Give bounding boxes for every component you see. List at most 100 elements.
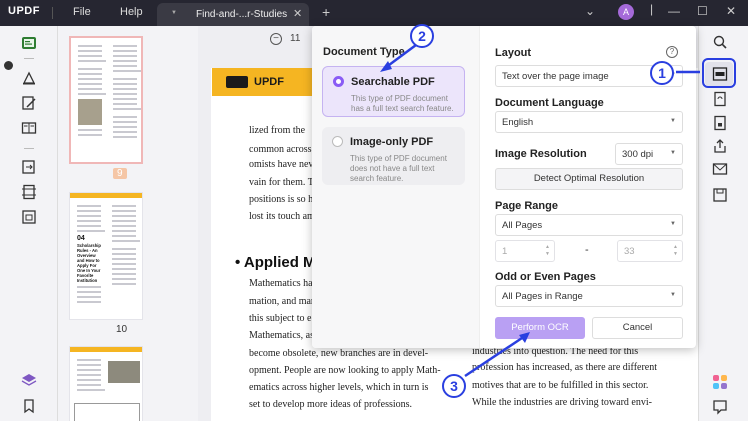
page-thumbnail-9[interactable] <box>69 36 143 164</box>
edit-pdf-icon[interactable] <box>20 95 38 111</box>
radio-unselected-icon[interactable] <box>332 136 343 147</box>
chevron-down-icon: ▼ <box>670 118 676 124</box>
stepper-icon: ▲ ▼ <box>545 244 550 257</box>
doc-text-line: lized from the <box>249 125 306 136</box>
doc-text-line: omists have nev <box>249 159 314 170</box>
zoom-out-icon[interactable]: − <box>270 33 282 45</box>
odd-even-select[interactable]: All Pages in Range ▼ <box>495 285 683 307</box>
chevron-down-icon: ▼ <box>670 150 676 156</box>
title-bar: UPDF File Help ▼ Find-and-...r-Studies ✕… <box>0 0 748 26</box>
search-icon[interactable] <box>712 34 728 50</box>
page-range-label: Page Range <box>495 200 558 212</box>
layers-icon[interactable] <box>20 372 38 388</box>
document-type-panel: Document Type Searchable PDF This type o… <box>312 26 480 348</box>
win-separator: | <box>650 2 654 16</box>
tab-title: Find-and-...r-Studies <box>196 9 288 20</box>
help-icon[interactable]: ? <box>666 46 678 58</box>
step-marker-2: 2 <box>410 24 434 48</box>
doc-section-heading: • Applied M <box>235 254 316 271</box>
odd-even-label: Odd or Even Pages <box>495 271 596 283</box>
doc-text-line: profession has increased, as there are d… <box>472 362 658 373</box>
doc-text-line: common across <box>249 144 312 155</box>
doc-text-line: ematics across higher levels, which in t… <box>249 382 429 393</box>
doc-text-line: Mathematics has <box>249 278 317 289</box>
close-window-icon[interactable]: ✕ <box>726 4 736 18</box>
new-tab-icon[interactable]: + <box>322 4 330 20</box>
avatar[interactable]: A <box>618 4 634 20</box>
ai-assistant-icon[interactable] <box>712 374 728 390</box>
step-marker-1: 1 <box>650 61 674 85</box>
detect-resolution-button[interactable]: Detect Optimal Resolution <box>495 168 683 190</box>
thumb-heading: Scholarship Rules - An Overview and How … <box>77 243 101 283</box>
range-to-input[interactable]: 33 ▲ ▼ <box>617 240 683 262</box>
layout-label: Layout <box>495 47 532 59</box>
save-icon[interactable] <box>712 187 728 203</box>
page-thumbnail-11[interactable] <box>69 346 143 421</box>
cancel-button[interactable]: Cancel <box>592 317 683 339</box>
maximize-icon[interactable]: ☐ <box>697 4 708 18</box>
page-label-9[interactable]: 9 <box>113 168 127 179</box>
convert-pdf-icon[interactable] <box>712 91 728 107</box>
option-description: This type of PDF document does not have … <box>350 154 447 183</box>
updf-logo-icon <box>226 76 248 88</box>
doc-text-line: motives that are to be fulfilled in this… <box>472 380 649 391</box>
doc-text-line: While the industries are driving toward … <box>472 397 652 408</box>
option-description: This type of PDF document has a full tex… <box>351 94 454 113</box>
protect-pdf-icon[interactable] <box>712 115 728 131</box>
comment-list-icon[interactable] <box>712 399 728 415</box>
document-tab[interactable]: ▼ Find-and-...r-Studies ✕ <box>157 3 309 26</box>
thumbnail-panel: 9 04 Scholarship Rules - An Overview and… <box>58 26 198 421</box>
range-from-input[interactable]: 1 ▲ ▼ <box>495 240 555 262</box>
left-toolbar <box>0 26 58 421</box>
doc-text-line: mation, and mam <box>249 296 319 307</box>
tab-close-icon[interactable]: ✕ <box>293 7 302 20</box>
perform-ocr-button[interactable]: Perform OCR <box>495 317 585 339</box>
bookmark-icon[interactable] <box>20 398 38 414</box>
range-dash: - <box>585 244 589 256</box>
thumb-number: 04 <box>77 235 85 242</box>
email-icon[interactable] <box>712 161 728 177</box>
convert-icon[interactable] <box>20 159 38 175</box>
page-label-10[interactable]: 10 <box>116 324 127 335</box>
toolbar-divider <box>24 58 34 59</box>
menu-help[interactable]: Help <box>120 6 143 18</box>
stepper-icon: ▲ ▼ <box>673 244 678 257</box>
doc-text-line: opment. People are now looking to apply … <box>249 365 441 376</box>
collapse-panel-icon[interactable] <box>4 61 13 70</box>
image-resolution-label: Image Resolution <box>495 148 587 160</box>
protect-icon[interactable] <box>20 209 38 225</box>
doc-text-line: become obsolete, new branches are in dev… <box>249 348 429 359</box>
doc-text-line: this subject to e <box>249 313 312 324</box>
page-range-select[interactable]: All Pages ▼ <box>495 214 683 236</box>
organize-pages-icon[interactable] <box>20 120 38 136</box>
option-searchable-pdf[interactable]: Searchable PDF This type of PDF document… <box>322 66 465 117</box>
menu-file[interactable]: File <box>73 6 91 18</box>
toolbar-divider <box>24 148 34 149</box>
page-tools-icon[interactable] <box>20 184 38 200</box>
chevron-down-icon: ▼ <box>670 221 676 227</box>
tab-dropdown-icon[interactable]: ▼ <box>171 10 177 16</box>
comment-icon[interactable] <box>20 70 38 86</box>
option-image-only-pdf[interactable]: Image-only PDF This type of PDF document… <box>322 127 465 185</box>
app-logo: UPDF <box>8 5 40 17</box>
resolution-select[interactable]: 300 dpi ▼ <box>615 143 683 165</box>
doc-text-line: set to develop more ideas of professions… <box>249 399 413 410</box>
minimize-icon[interactable]: — <box>668 4 680 18</box>
share-icon[interactable] <box>712 138 728 154</box>
doc-text-line: positions is so hi <box>249 194 316 205</box>
chevron-down-icon[interactable]: ⌄ <box>585 4 595 18</box>
doc-text-line: Mathematics, as <box>249 330 314 341</box>
doc-text-line: vain for them. Th <box>249 177 319 188</box>
ocr-tool-highlight <box>702 58 736 88</box>
zoom-level[interactable]: 11 <box>290 33 300 44</box>
page-banner: UPDF <box>212 68 312 96</box>
ocr-dialog: Document Type Searchable PDF This type o… <box>312 26 696 348</box>
step-marker-3: 3 <box>442 374 466 398</box>
reader-icon[interactable] <box>20 35 38 51</box>
page-thumbnail-10[interactable]: 04 Scholarship Rules - An Overview and H… <box>69 192 143 320</box>
chevron-down-icon: ▼ <box>670 292 676 298</box>
title-separator <box>52 7 53 19</box>
radio-selected-icon[interactable] <box>333 76 344 87</box>
language-select[interactable]: English ▼ <box>495 111 683 133</box>
doc-text-line: lost its touch am <box>249 211 315 222</box>
